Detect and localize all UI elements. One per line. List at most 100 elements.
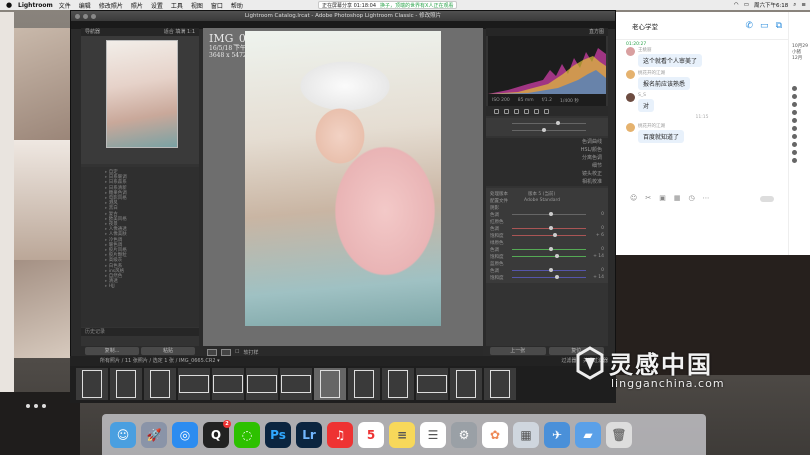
- notes-icon[interactable]: ≡: [389, 421, 415, 448]
- chat-window: 老心学堂 ✆ ▭ ⧉ 01:20:27 王桃丽 这个就看个人审美了 桃花开的江湖报…: [616, 12, 788, 255]
- filmstrip-thumb-selected[interactable]: [314, 368, 346, 400]
- safari-icon[interactable]: ◎: [172, 421, 198, 448]
- chat-message: S_S 对: [626, 93, 778, 112]
- avatar[interactable]: [626, 93, 635, 102]
- netease-music-icon[interactable]: ♫: [327, 421, 353, 448]
- airmail-icon[interactable]: ✈: [544, 421, 570, 448]
- calendar-icon[interactable]: 5: [358, 421, 384, 448]
- avatar[interactable]: [792, 102, 797, 107]
- video-icon[interactable]: ▭: [760, 21, 769, 31]
- avatar[interactable]: [792, 110, 797, 115]
- background-photo-detail: [14, 140, 76, 260]
- scissors-icon[interactable]: ✂: [645, 194, 651, 202]
- phone-icon[interactable]: ✆: [746, 21, 754, 31]
- filmstrip-thumb[interactable]: [212, 368, 244, 400]
- history-icon[interactable]: ◷: [688, 194, 694, 202]
- trash-icon[interactable]: 🗑: [606, 421, 632, 448]
- filmstrip-thumb[interactable]: [178, 368, 210, 400]
- emoji-icon[interactable]: ☺: [630, 194, 637, 202]
- avatar[interactable]: [792, 86, 797, 91]
- reminders-icon[interactable]: ☰: [420, 421, 446, 448]
- avatar[interactable]: [792, 134, 797, 139]
- qq-icon[interactable]: Q2: [203, 419, 231, 448]
- wechat-icon[interactable]: ◌: [234, 421, 260, 448]
- filmstrip-thumb[interactable]: [382, 368, 414, 400]
- side-avatars: [792, 86, 810, 166]
- avatar[interactable]: [792, 118, 797, 123]
- avatar[interactable]: [792, 158, 797, 163]
- menu-list-icon[interactable]: ≡: [801, 2, 806, 8]
- avatar[interactable]: [626, 47, 635, 56]
- menu-bar-status: ◠ ▭ 周六下午6:18 ⌕ ≡: [734, 0, 806, 10]
- share-status: 正在屏幕分享 01:18:04: [322, 2, 377, 9]
- filmstrip-thumb[interactable]: [450, 368, 482, 400]
- message-bubble: 报名前应该熟悉: [638, 77, 691, 90]
- menu-photo[interactable]: 照片: [131, 1, 143, 10]
- close-icon[interactable]: [75, 14, 80, 19]
- photoshop-icon[interactable]: Ps: [265, 421, 291, 448]
- avatar[interactable]: [792, 94, 797, 99]
- filmstrip-bar: 所有照片 / 11 张照片 / 选定 1 张 / IMG_0665.CR2 ▾ …: [70, 356, 616, 366]
- folder-icon[interactable]: ▣: [659, 194, 666, 202]
- side-label: 12月: [792, 56, 803, 61]
- wifi-icon[interactable]: ◠: [734, 2, 739, 8]
- filmstrip-path[interactable]: 所有照片 / 11 张照片 / 选定 1 张 / IMG_0665.CR2 ▾: [100, 358, 220, 364]
- watermark-en: lingganchina.com: [611, 377, 725, 390]
- image-icon[interactable]: ▦: [674, 194, 681, 202]
- menu-window[interactable]: 窗口: [211, 1, 223, 10]
- filmstrip-thumb[interactable]: [144, 368, 176, 400]
- search-icon[interactable]: ⌕: [793, 2, 796, 9]
- avatar[interactable]: [792, 150, 797, 155]
- chat-toggle[interactable]: [760, 196, 774, 202]
- filmstrip-thumb[interactable]: [484, 368, 516, 400]
- window-dots-icon[interactable]: [26, 404, 46, 408]
- message-bubble: 百度就知道了: [638, 130, 685, 143]
- menu-edit[interactable]: 编辑: [79, 1, 91, 10]
- background-window-edge: [0, 12, 14, 392]
- watermark: 灵感中国 lingganchina.com: [575, 345, 724, 390]
- avatar[interactable]: [626, 123, 635, 132]
- screen-share-icon[interactable]: ⧉: [776, 21, 782, 31]
- launchpad-icon[interactable]: 🚀: [141, 421, 167, 448]
- menu-develop[interactable]: 修改照片: [99, 1, 123, 10]
- lightroom-window: Lightroom Catalog.lrcat - Adobe Photosho…: [70, 10, 616, 403]
- menu-view[interactable]: 视图: [191, 1, 203, 10]
- filmstrip-thumb[interactable]: [416, 368, 448, 400]
- menu-tools[interactable]: 工具: [171, 1, 183, 10]
- filmstrip-thumb[interactable]: [246, 368, 278, 400]
- filmstrip-thumb[interactable]: [110, 368, 142, 400]
- minimize-icon[interactable]: [83, 14, 88, 19]
- apple-icon[interactable]: ●: [4, 1, 14, 9]
- finder-icon[interactable]: ☺: [110, 421, 136, 448]
- chat-message: 01:20:27 王桃丽 这个就看个人审美了: [626, 42, 778, 67]
- calendar-date: 5: [366, 427, 376, 442]
- message-bubble: 对: [638, 99, 655, 112]
- screen-share-badge[interactable]: 正在屏幕分享 01:18:04 换子，顶端的世界有X人正在观看: [318, 1, 458, 9]
- menu-help[interactable]: 帮助: [231, 1, 243, 10]
- avatar[interactable]: [792, 126, 797, 131]
- window-title-text: Lightroom Catalog.lrcat - Adobe Photosho…: [244, 13, 442, 19]
- menu-settings[interactable]: 设置: [151, 1, 163, 10]
- chat-title: 老心学堂: [632, 22, 658, 31]
- menu-app-name[interactable]: Lightroom: [18, 2, 53, 9]
- filmstrip-thumb[interactable]: [76, 368, 108, 400]
- preview-icon[interactable]: ▦: [513, 421, 539, 448]
- avatar[interactable]: [792, 142, 797, 147]
- folder-icon[interactable]: ▰: [575, 421, 601, 448]
- lightroom-icon[interactable]: Lr: [296, 421, 322, 448]
- zoom-icon[interactable]: [91, 14, 96, 19]
- battery-icon[interactable]: ▭: [744, 2, 749, 8]
- filmstrip-thumb[interactable]: [280, 368, 312, 400]
- system-preferences-icon[interactable]: ⚙: [451, 421, 477, 448]
- message-bubble: 这个就看个人审美了: [638, 54, 703, 67]
- menu-file[interactable]: 文件: [59, 1, 71, 10]
- chat-side-list: 10月29 小猪 12月: [788, 12, 810, 255]
- menu-bar: ● Lightroom 文件 编辑 修改照片 照片 设置 工具 视图 窗口 帮助…: [0, 0, 810, 10]
- more-icon[interactable]: ⋯: [703, 194, 710, 202]
- clock[interactable]: 周六下午6:18: [754, 1, 788, 9]
- photos-icon[interactable]: ✿: [482, 421, 508, 448]
- chat-header-actions: ✆ ▭ ⧉: [746, 21, 783, 31]
- avatar[interactable]: [626, 70, 635, 79]
- message-list: 01:20:27 王桃丽 这个就看个人审美了 桃花开的江湖 报名前应该熟悉 S_S 对…: [616, 40, 788, 148]
- filmstrip-thumb[interactable]: [348, 368, 380, 400]
